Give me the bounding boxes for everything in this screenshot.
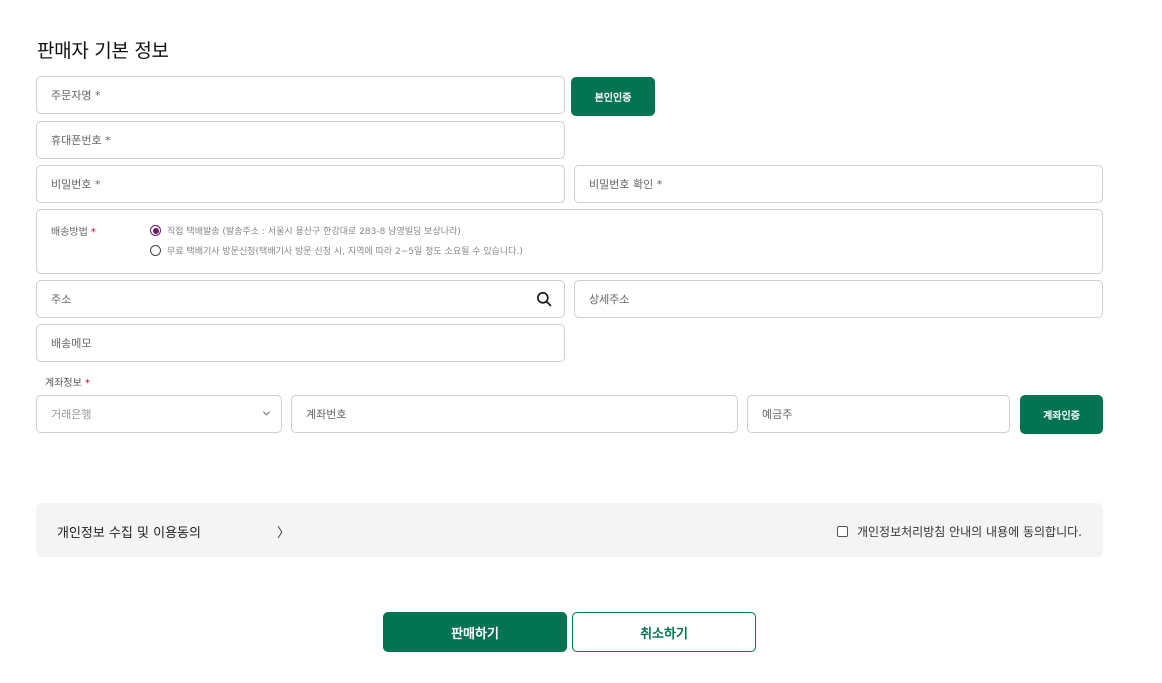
sell-submit-button[interactable]: 판매하기 — [383, 612, 567, 652]
identity-verify-button[interactable]: 본인인증 — [571, 77, 655, 116]
sell-submit-label: 판매하기 — [451, 626, 499, 642]
bank-select-placeholder: 거래은행 — [51, 408, 92, 421]
required-mark: * — [84, 378, 90, 389]
chevron-right-icon[interactable]: 〉 — [277, 522, 290, 541]
chevron-down-icon — [262, 411, 271, 416]
bank-select[interactable]: 거래은행 — [36, 395, 282, 433]
account-number-placeholder: 계좌번호 — [306, 408, 347, 421]
password-placeholder: 비밀번호 * — [51, 178, 101, 191]
page-title: 판매자 기본 정보 — [37, 40, 169, 62]
privacy-agree-checkbox-row[interactable]: 개인정보처리방침 안내의 내용에 동의합니다. — [836, 523, 1082, 540]
account-holder-placeholder: 예금주 — [762, 408, 793, 421]
checkbox-icon[interactable] — [836, 526, 848, 537]
privacy-agree-label: 개인정보처리방침 안내의 내용에 동의합니다. — [856, 525, 1082, 539]
required-mark: * — [90, 227, 96, 238]
radio-checked-icon[interactable] — [150, 225, 161, 236]
delivery-option-pickup-label: 무료 택배기사 방문신청(택배기사 방문 신청 시, 지역에 따라 2~5일 정… — [167, 247, 523, 257]
address-detail-placeholder: 상세주소 — [589, 293, 630, 306]
address-input[interactable]: 주소 — [36, 280, 565, 318]
address-placeholder: 주소 — [51, 293, 72, 306]
delivery-method-box: 배송방법 * 직접 택배발송 (발송주소 : 서울시 용산구 한강대로 283-8… — [36, 209, 1103, 274]
phone-placeholder: 휴대폰번호 * — [51, 134, 111, 147]
account-number-input[interactable]: 계좌번호 — [291, 395, 738, 433]
address-detail-input[interactable]: 상세주소 — [574, 280, 1103, 318]
privacy-consent-title[interactable]: 개인정보 수집 및 이용동의 — [57, 522, 201, 541]
orderer-name-placeholder: 주문자명 * — [51, 89, 101, 102]
radio-unchecked-icon[interactable] — [150, 245, 161, 256]
orderer-name-input[interactable]: 주문자명 * — [36, 76, 565, 114]
account-info-label-text: 계좌정보 — [45, 378, 82, 389]
delivery-method-label: 배송방법 * — [51, 223, 96, 238]
account-verify-label: 계좌인증 — [1043, 411, 1080, 422]
delivery-option-pickup[interactable]: 무료 택배기사 방문신청(택배기사 방문 신청 시, 지역에 따라 2~5일 정… — [150, 244, 523, 257]
cancel-button[interactable]: 취소하기 — [572, 612, 756, 652]
password-input[interactable]: 비밀번호 * — [36, 165, 565, 203]
account-info-label: 계좌정보 * — [45, 374, 90, 389]
delivery-option-direct[interactable]: 직접 택배발송 (발송주소 : 서울시 용산구 한강대로 283-8 남영빌딩 … — [150, 224, 461, 237]
privacy-consent-box: 개인정보 수집 및 이용동의 〉 개인정보처리방침 안내의 내용에 동의합니다. — [36, 503, 1103, 557]
delivery-memo-placeholder: 배송메모 — [51, 337, 92, 350]
account-verify-button[interactable]: 계좌인증 — [1020, 395, 1103, 434]
cancel-label: 취소하기 — [640, 626, 688, 642]
delivery-method-label-text: 배송방법 — [51, 227, 88, 238]
identity-verify-label: 본인인증 — [594, 93, 632, 104]
search-icon[interactable] — [536, 291, 552, 307]
password-confirm-input[interactable]: 비밀번호 확인 * — [574, 165, 1103, 203]
password-confirm-placeholder: 비밀번호 확인 * — [589, 178, 663, 191]
account-holder-input[interactable]: 예금주 — [747, 395, 1010, 433]
delivery-memo-input[interactable]: 배송메모 — [36, 324, 565, 362]
phone-input[interactable]: 휴대폰번호 * — [36, 121, 565, 159]
delivery-option-direct-label: 직접 택배발송 (발송주소 : 서울시 용산구 한강대로 283-8 남영빌딩 … — [167, 227, 461, 237]
